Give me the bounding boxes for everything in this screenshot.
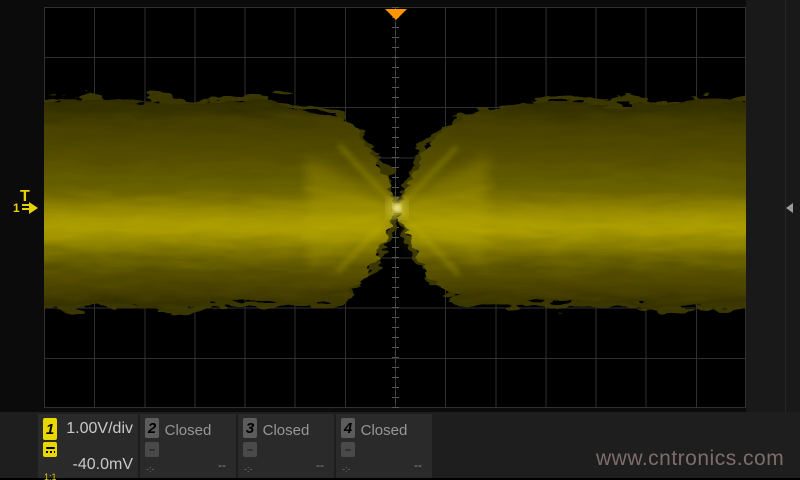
channel-1-offset: -40.0mV xyxy=(73,456,133,474)
graticule xyxy=(44,7,746,408)
channel-4-block[interactable]: 4 – Closed -:- -- xyxy=(336,414,432,478)
channel-1-scale: 1.00V/div xyxy=(66,420,133,438)
channel-3-offset-placeholder: -- xyxy=(316,458,324,472)
channel-3-probe-placeholder: -:- xyxy=(244,464,253,474)
channel-1-coupling-dc-icon xyxy=(43,442,57,457)
channel1-marker-level-icon xyxy=(22,204,29,212)
channel1-marker-arrow-icon xyxy=(29,202,38,214)
waveform-display xyxy=(44,7,746,408)
channel-1-block[interactable]: 1 1.00V/div -40.0mV 1:1 1MΩ xyxy=(38,414,138,478)
channel-3-coupling-icon: – xyxy=(243,442,257,457)
oscilloscope-screen: T 1 ZLG® 1 1.00V/div -40.0mV 1:1 1MΩ 2 –… xyxy=(0,0,800,480)
channel-3-block[interactable]: 3 – Closed -:- -- xyxy=(238,414,334,478)
channel-3-status: Closed xyxy=(238,422,334,439)
channel1-position-marker[interactable]: 1 xyxy=(13,201,38,215)
channel-4-status: Closed xyxy=(336,422,432,439)
channel-4-offset-placeholder: -- xyxy=(414,458,422,472)
channel-1-badge: 1 xyxy=(43,418,57,440)
watermark: www.cntronics.com xyxy=(596,447,784,471)
channel1-marker-number: 1 xyxy=(13,201,20,215)
channel-2-offset-placeholder: -- xyxy=(218,458,226,472)
trigger-position-marker[interactable] xyxy=(385,9,407,20)
channel-4-probe-placeholder: -:- xyxy=(342,464,351,474)
channel-4-coupling-icon: – xyxy=(341,442,355,457)
channel-2-probe-placeholder: -:- xyxy=(146,464,155,474)
trigger-level-marker[interactable] xyxy=(786,203,793,213)
channel-2-block[interactable]: 2 – Closed -:- -- xyxy=(140,414,236,478)
channel-2-coupling-icon: – xyxy=(145,442,159,457)
channel-1-probe-ratio: 1:1 xyxy=(44,473,57,480)
channel-2-status: Closed xyxy=(140,422,236,439)
